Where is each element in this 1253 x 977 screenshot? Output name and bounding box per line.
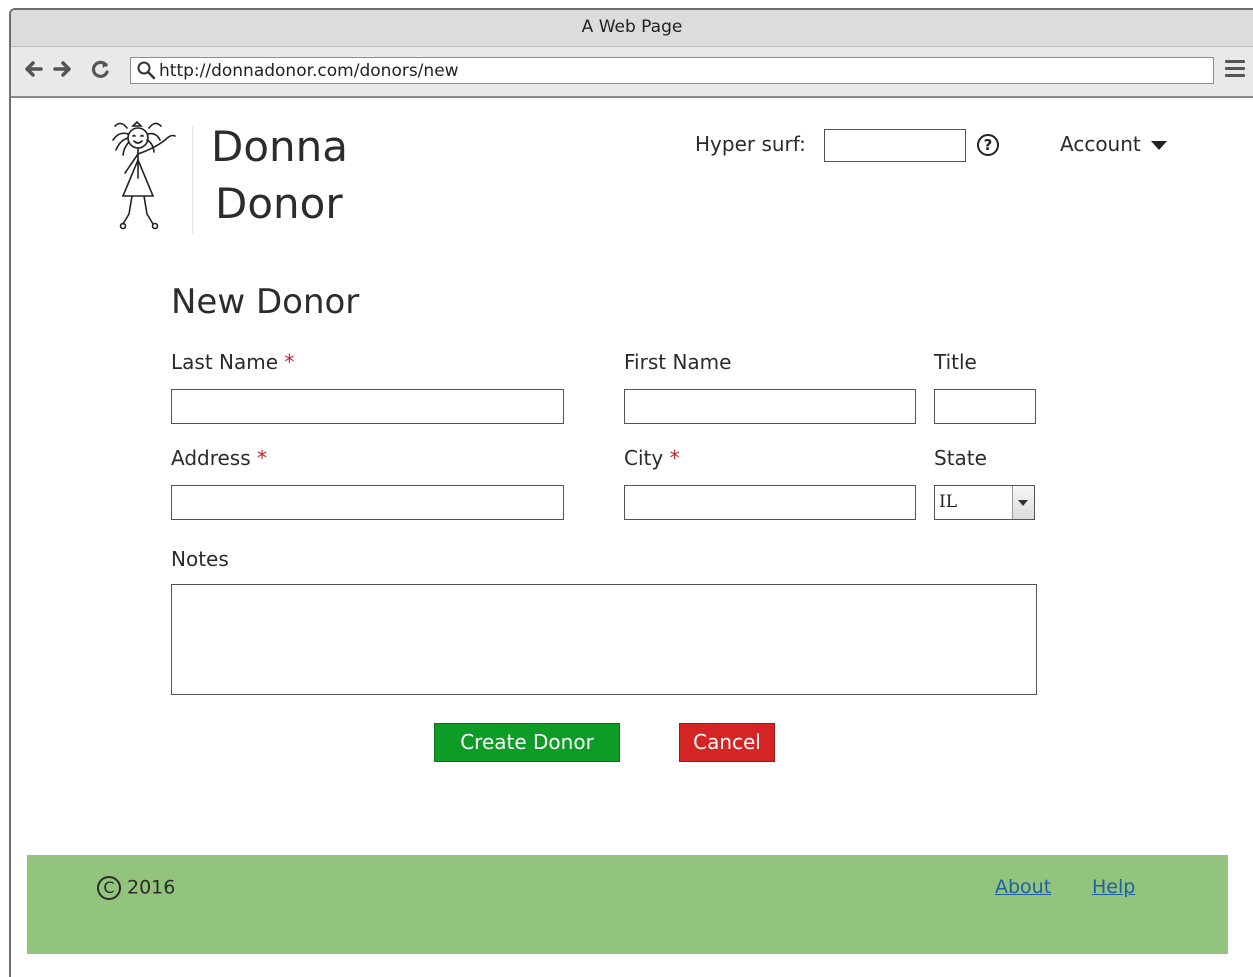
last-name-label-text: Last Name xyxy=(171,350,279,374)
last-name-field[interactable] xyxy=(171,389,564,424)
address-bar[interactable] xyxy=(130,57,1214,84)
url-input[interactable] xyxy=(159,60,1199,81)
required-marker: * xyxy=(257,446,268,470)
footer: C 2016 About Help xyxy=(27,855,1228,954)
logo-divider xyxy=(192,126,193,234)
footer-link-help[interactable]: Help xyxy=(1092,876,1135,898)
search-icon xyxy=(137,61,156,80)
address-label: Address * xyxy=(171,446,267,470)
state-label: State xyxy=(934,446,987,470)
copyright-year: 2016 xyxy=(127,876,176,899)
logo-stick-girl xyxy=(112,120,176,230)
caret-down-icon xyxy=(1150,141,1167,150)
hyper-surf-input[interactable] xyxy=(824,129,966,162)
help-icon[interactable]: ? xyxy=(977,134,999,156)
forward-arrow-icon[interactable] xyxy=(53,57,73,81)
notes-label: Notes xyxy=(171,547,229,571)
account-menu[interactable]: Account xyxy=(1060,132,1167,156)
required-marker: * xyxy=(284,350,295,374)
state-select[interactable]: IL xyxy=(934,485,1035,520)
notes-field[interactable] xyxy=(171,584,1037,695)
first-name-field[interactable] xyxy=(624,389,916,424)
page-title: New Donor xyxy=(171,282,360,322)
state-selected-value: IL xyxy=(939,492,958,512)
last-name-label: Last Name * xyxy=(171,350,294,374)
city-label-text: City xyxy=(624,446,664,470)
account-label: Account xyxy=(1060,132,1141,156)
reload-icon[interactable] xyxy=(89,57,111,81)
window-title: A Web Page xyxy=(11,10,1253,47)
select-dropdown-arrow[interactable] xyxy=(1012,486,1034,519)
copyright-icon: C xyxy=(97,876,121,900)
back-arrow-icon[interactable] xyxy=(23,57,43,81)
cancel-button[interactable]: Cancel xyxy=(679,723,775,762)
hyper-surf-label: Hyper surf: xyxy=(695,132,806,156)
address-label-text: Address xyxy=(171,446,251,470)
browser-navbar xyxy=(11,47,1253,98)
hamburger-menu-icon[interactable] xyxy=(1225,60,1245,80)
copyright: C 2016 xyxy=(97,876,175,900)
required-marker: * xyxy=(669,446,680,470)
site-brand[interactable]: Donna Donor xyxy=(211,118,348,232)
brand-line-2: Donor xyxy=(215,179,343,228)
first-name-label: First Name xyxy=(624,350,732,374)
city-label: City * xyxy=(624,446,680,470)
title-label: Title xyxy=(934,350,977,374)
city-field[interactable] xyxy=(624,485,916,520)
footer-link-about[interactable]: About xyxy=(995,876,1051,898)
brand-line-1: Donna xyxy=(211,122,349,171)
create-donor-button[interactable]: Create Donor xyxy=(434,723,620,762)
title-field[interactable] xyxy=(934,389,1036,424)
address-field[interactable] xyxy=(171,485,564,520)
chevron-down-icon xyxy=(1018,500,1028,506)
